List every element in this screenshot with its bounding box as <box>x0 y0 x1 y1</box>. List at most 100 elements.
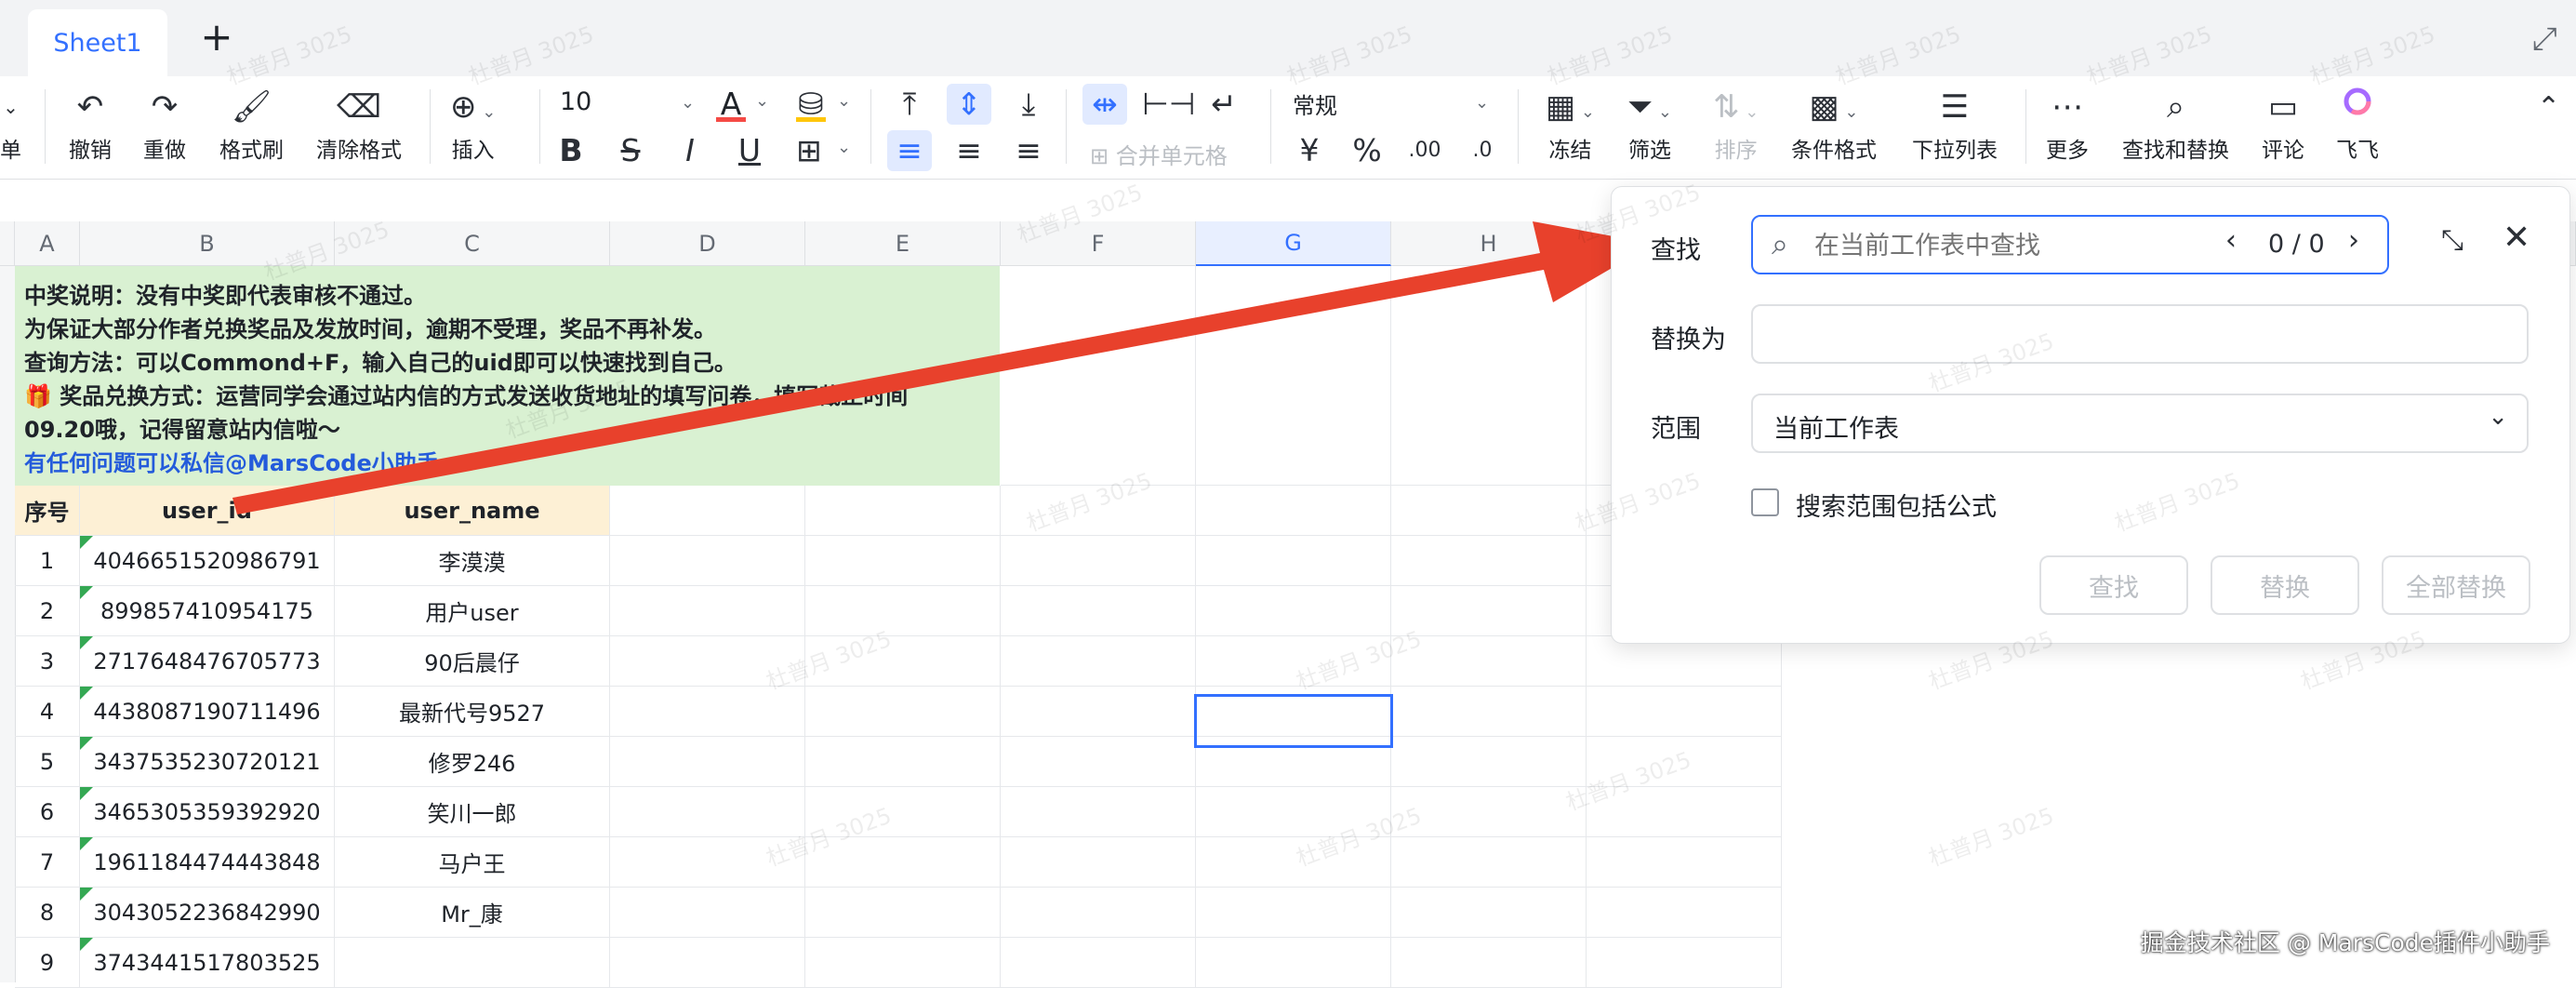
filter-button[interactable]: ⏷ ⌄ 筛选 <box>1627 86 1672 164</box>
selected-cell-g4[interactable] <box>1194 694 1393 748</box>
replace-all-button[interactable]: 全部替换 <box>2382 555 2530 615</box>
empty-cell[interactable] <box>610 636 805 687</box>
row-index-cell[interactable]: 1 <box>15 536 80 586</box>
feifei-button[interactable]: 飞飞 <box>2336 86 2379 164</box>
user-name-cell[interactable]: Mr_康 <box>335 888 610 938</box>
find-input-box[interactable]: ⌕ ‹ 0 / 0 › <box>1751 215 2389 274</box>
find-button[interactable]: 查找 <box>2039 555 2188 615</box>
empty-cell[interactable] <box>805 586 1001 636</box>
close-icon[interactable]: ✕ <box>2503 219 2530 257</box>
empty-cell[interactable] <box>1001 486 1196 536</box>
empty-cell[interactable] <box>1001 787 1196 837</box>
user-name-cell[interactable]: 李漠漠 <box>335 536 610 586</box>
find-input[interactable] <box>1812 224 2207 267</box>
row-index-cell[interactable]: 5 <box>15 737 80 787</box>
user-name-cell[interactable]: 笑川一郎 <box>335 787 610 837</box>
row-header-strip[interactable] <box>0 266 16 982</box>
corner-header[interactable] <box>0 221 15 266</box>
percent-button[interactable]: % <box>1345 130 1389 171</box>
empty-cell[interactable] <box>1001 636 1196 687</box>
empty-cell[interactable] <box>1391 536 1587 586</box>
merge-cells-button[interactable]: ⊞ 合并单元格 <box>1090 138 1228 170</box>
user-name-cell[interactable]: 马户王 <box>335 837 610 888</box>
number-format-select[interactable]: 常规 ⌄ <box>1293 87 1494 125</box>
empty-cell[interactable] <box>1391 787 1587 837</box>
font-size-select[interactable]: 10 ⌄ <box>560 87 699 125</box>
user-id-cell[interactable]: 2717648476705773 <box>80 636 335 687</box>
find-replace-button[interactable]: ⌕ 查找和替换 <box>2122 86 2229 164</box>
decrease-decimal-button[interactable]: .0 <box>1460 130 1505 171</box>
bold-button[interactable]: B <box>549 130 593 171</box>
dropdown-list-button[interactable]: ☰ 下拉列表 <box>1912 86 1998 164</box>
empty-cell[interactable] <box>610 938 805 988</box>
sheet-tab-sheet1[interactable]: Sheet1 <box>28 9 167 76</box>
user-id-cell[interactable]: 3437535230720121 <box>80 737 335 787</box>
empty-cell[interactable] <box>1587 687 1782 737</box>
user-name-cell[interactable]: 用户user <box>335 586 610 636</box>
column-header-h[interactable]: H <box>1391 221 1587 266</box>
empty-cell[interactable] <box>1001 938 1196 988</box>
user-id-cell[interactable]: 3043052236842990 <box>80 888 335 938</box>
row-index-cell[interactable]: 9 <box>15 938 80 988</box>
format-painter-button[interactable]: 🖌︎ 格式刷 <box>219 86 284 164</box>
column-header-e[interactable]: E <box>805 221 1001 266</box>
empty-cell[interactable] <box>610 687 805 737</box>
fullscreen-icon[interactable]: ⤢ <box>2532 20 2557 58</box>
empty-cell[interactable] <box>610 888 805 938</box>
empty-cell[interactable] <box>805 837 1001 888</box>
column-header-d[interactable]: D <box>610 221 805 266</box>
empty-cell[interactable] <box>1391 938 1587 988</box>
column-header-f[interactable]: F <box>1001 221 1196 266</box>
empty-cell[interactable] <box>610 787 805 837</box>
user-id-cell[interactable]: 1961184474443848 <box>80 837 335 888</box>
empty-cell[interactable] <box>1001 687 1196 737</box>
column-header-g[interactable]: G <box>1196 221 1391 266</box>
insert-button[interactable]: ⊕ ⌄ 插入 <box>450 86 496 164</box>
empty-cell[interactable] <box>1196 636 1391 687</box>
align-right-button[interactable]: ≡ <box>1006 130 1051 171</box>
undo-button[interactable]: ↶ 撤销 <box>69 86 112 164</box>
freeze-button[interactable]: ▦ ⌄ 冻结 <box>1546 86 1595 164</box>
empty-cell[interactable] <box>805 938 1001 988</box>
row-index-cell[interactable]: 8 <box>15 888 80 938</box>
menu-button[interactable]: ⌄ 单 <box>0 86 21 164</box>
empty-cell[interactable] <box>1391 737 1587 787</box>
empty-cell[interactable] <box>805 687 1001 737</box>
empty-cell[interactable] <box>1391 888 1587 938</box>
user-name-cell[interactable] <box>335 938 610 988</box>
user-id-cell[interactable]: 4438087190711496 <box>80 687 335 737</box>
empty-cell[interactable] <box>1196 787 1391 837</box>
underline-button[interactable]: U <box>727 130 772 171</box>
empty-cell[interactable] <box>1001 737 1196 787</box>
overflow-button[interactable]: ⇹ <box>1082 84 1127 125</box>
row-index-cell[interactable]: 2 <box>15 586 80 636</box>
conditional-format-button[interactable]: ▩ ⌄ 条件格式 <box>1791 86 1877 164</box>
empty-cell[interactable] <box>1196 888 1391 938</box>
user-id-cell[interactable]: 3465305359392920 <box>80 787 335 837</box>
align-center-button[interactable]: ≡ <box>947 130 991 171</box>
wrap-button[interactable]: ↵ <box>1202 84 1246 125</box>
empty-cell[interactable] <box>1587 636 1782 687</box>
empty-cell[interactable] <box>1587 938 1782 988</box>
chevron-right-icon[interactable]: › <box>2348 224 2359 257</box>
collapse-toolbar-icon[interactable]: ⌃ <box>2537 91 2560 124</box>
align-top-button[interactable]: ⤒ <box>887 84 932 125</box>
align-middle-button[interactable]: ⇕ <box>947 84 991 125</box>
empty-cell[interactable] <box>1196 536 1391 586</box>
empty-cell[interactable] <box>1001 266 1196 486</box>
currency-button[interactable]: ¥ <box>1287 130 1332 171</box>
empty-cell[interactable] <box>610 536 805 586</box>
empty-cell[interactable] <box>1196 486 1391 536</box>
empty-cell[interactable] <box>805 536 1001 586</box>
empty-cell[interactable] <box>1391 486 1587 536</box>
add-sheet-button[interactable]: + <box>193 15 240 61</box>
empty-cell[interactable] <box>1587 737 1782 787</box>
empty-cell[interactable] <box>610 737 805 787</box>
align-bottom-button[interactable]: ⤓ <box>1006 84 1051 125</box>
empty-cell[interactable] <box>805 486 1001 536</box>
fill-color-button[interactable]: ⛁ <box>789 84 833 125</box>
empty-cell[interactable] <box>1391 687 1587 737</box>
header-cell-user-id[interactable]: user_id <box>80 486 335 536</box>
replace-input[interactable] <box>1768 314 2497 356</box>
column-header-a[interactable]: A <box>15 221 80 266</box>
